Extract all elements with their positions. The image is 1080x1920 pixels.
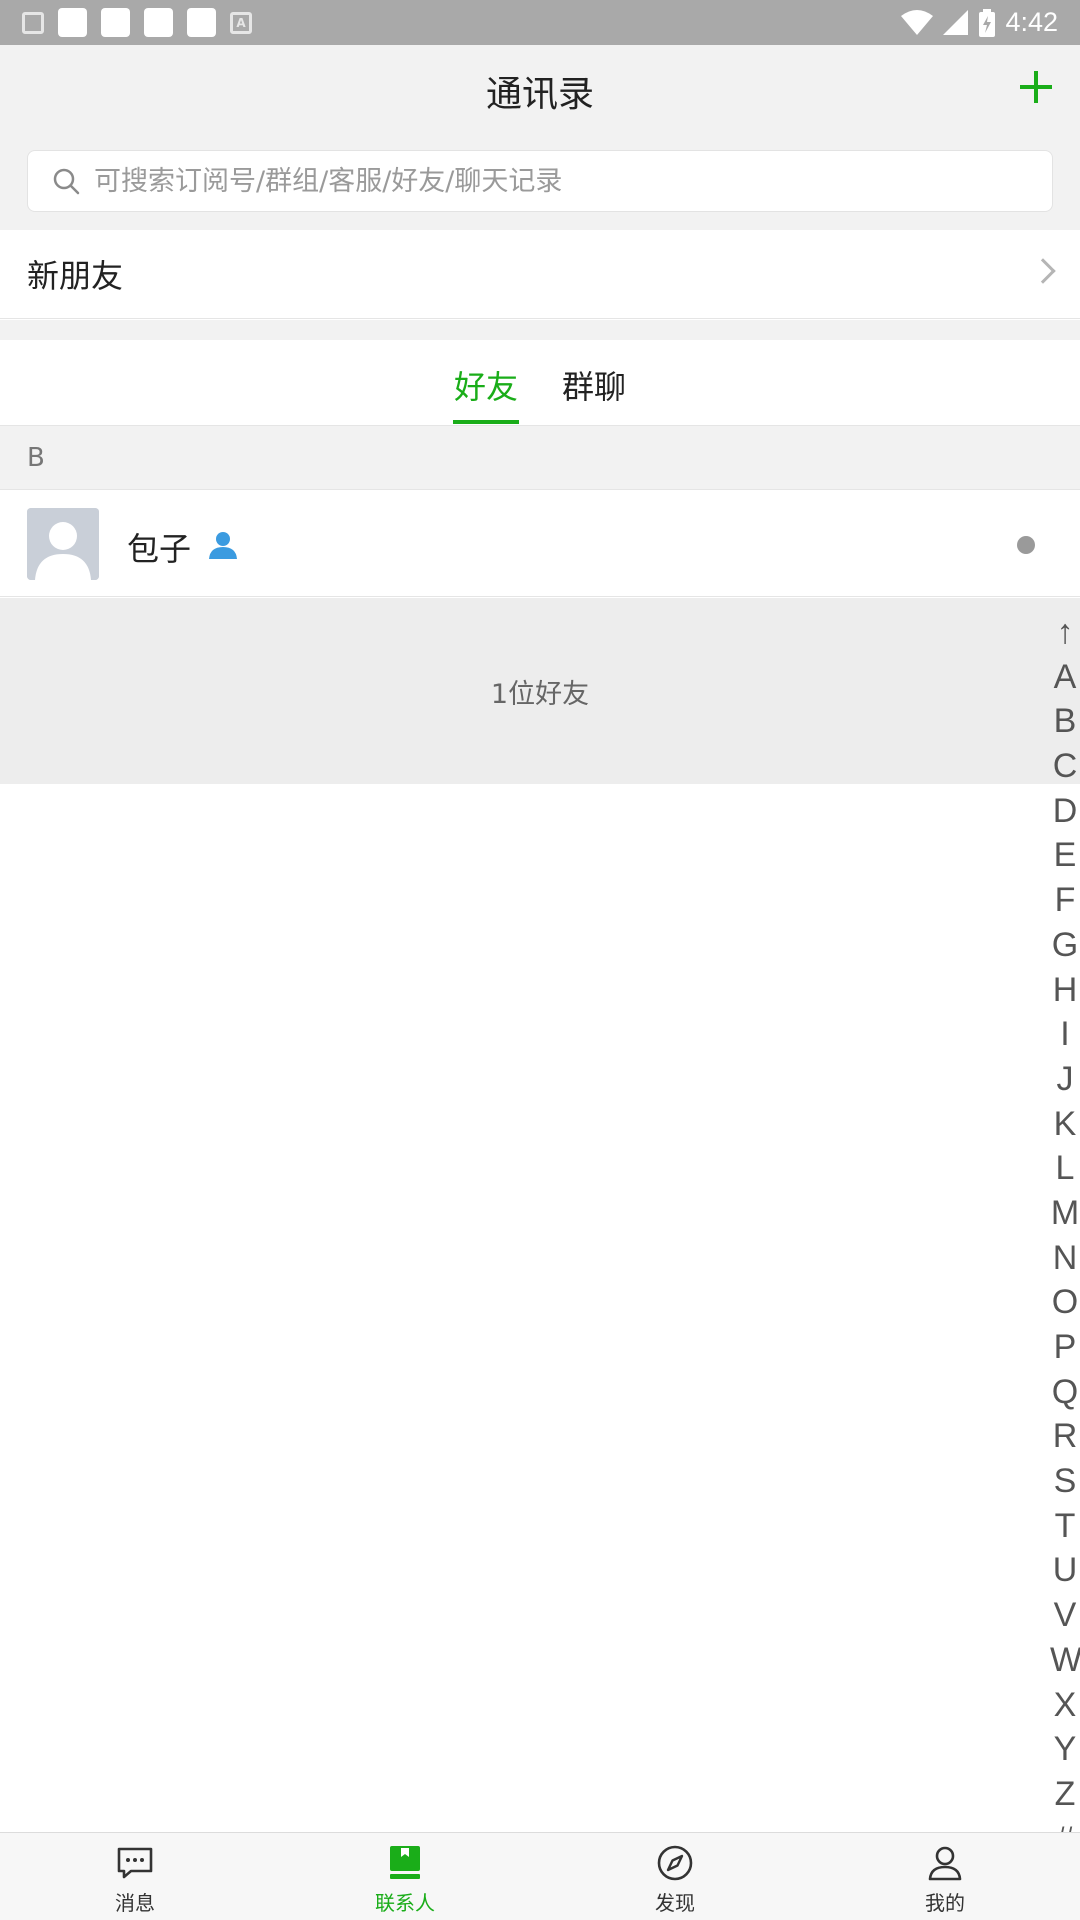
index-letter[interactable]: E (1050, 833, 1080, 878)
nav-messages[interactable]: 消息 (0, 1833, 270, 1920)
alphabet-index[interactable]: ↑ABCDEFGHIJKLMNOPQRSTUVWXYZ# (1050, 610, 1080, 1832)
index-letter[interactable]: O (1050, 1280, 1080, 1325)
index-letter[interactable]: R (1050, 1414, 1080, 1459)
search-box[interactable] (27, 150, 1053, 212)
index-letter[interactable]: I (1050, 1012, 1080, 1057)
page-title: 通讯录 (485, 74, 594, 115)
image-notification-icon (22, 11, 44, 34)
chevron-right-icon (1030, 258, 1056, 284)
compass-icon (657, 1845, 693, 1881)
status-time: 4:42 (1005, 7, 1058, 37)
signal-icon (943, 9, 969, 35)
index-letter[interactable]: G (1050, 923, 1080, 968)
wifi-icon (901, 9, 934, 35)
status-bar: A 4:42 (0, 0, 1080, 45)
notification-icon (187, 8, 216, 37)
nav-label: 发现 (655, 1891, 695, 1915)
index-letter[interactable]: B (1050, 699, 1080, 744)
chat-icon (117, 1847, 153, 1879)
search-input[interactable] (94, 165, 994, 197)
default-avatar-icon (27, 508, 99, 580)
index-letter[interactable]: U (1050, 1548, 1080, 1593)
index-letter[interactable]: V (1050, 1593, 1080, 1638)
tab-bar: 好友 群聊 (0, 340, 1080, 426)
bottom-nav: 消息 联系人 发现 我的 (0, 1832, 1080, 1920)
nav-discover[interactable]: 发现 (540, 1833, 810, 1920)
index-letter[interactable]: W (1050, 1638, 1080, 1683)
index-letter[interactable]: D (1050, 789, 1080, 834)
index-letter[interactable]: Z (1050, 1772, 1080, 1817)
section-letter: B (27, 442, 45, 473)
nav-label: 消息 (115, 1891, 155, 1915)
index-letter[interactable]: F (1050, 878, 1080, 923)
index-letter[interactable]: # (1050, 1817, 1080, 1832)
index-letter[interactable]: P (1050, 1325, 1080, 1370)
contacts-page: A 4:42 通讯录 可搜索订阅号/群组/客服/好友/聊天记录 新朋友 好友 群… (0, 0, 1080, 1920)
divider (0, 320, 1080, 340)
section-header: B (0, 426, 1080, 490)
person-icon (928, 1846, 962, 1881)
index-letter[interactable]: S (1050, 1459, 1080, 1504)
notification-icon (101, 8, 130, 37)
plus-icon[interactable] (1016, 67, 1056, 107)
index-letter[interactable]: ↑ (1050, 610, 1080, 655)
index-letter[interactable]: J (1050, 1057, 1080, 1102)
active-tab-indicator (453, 420, 519, 424)
index-letter[interactable]: L (1050, 1146, 1080, 1191)
notification-icon (58, 8, 87, 37)
search-icon (53, 168, 80, 195)
new-friends-row[interactable]: 新朋友 (0, 230, 1080, 319)
index-letter[interactable]: C (1050, 744, 1080, 789)
new-friends-label: 新朋友 (27, 257, 124, 295)
contact-row[interactable]: 包子 (0, 490, 1080, 597)
index-letter[interactable]: Y (1050, 1727, 1080, 1772)
friend-badge-icon (209, 532, 237, 559)
index-letter[interactable]: K (1050, 1102, 1080, 1147)
index-letter[interactable]: T (1050, 1504, 1080, 1549)
header: 通讯录 (0, 45, 1080, 230)
index-letter[interactable]: A (1050, 655, 1080, 700)
notification-icon (144, 8, 173, 37)
friend-count: 1位好友 (490, 678, 590, 710)
battery-icon (979, 8, 996, 37)
index-letter[interactable]: Q (1050, 1370, 1080, 1415)
tab-group-chats[interactable]: 群聊 (562, 362, 626, 408)
index-letter[interactable]: N (1050, 1236, 1080, 1281)
avatar (27, 508, 99, 580)
contacts-book-icon (390, 1846, 420, 1879)
nav-label: 我的 (925, 1891, 965, 1915)
index-letter[interactable]: X (1050, 1683, 1080, 1728)
friend-count-footer: 1位好友 (0, 598, 1080, 784)
nav-contacts[interactable]: 联系人 (270, 1833, 540, 1920)
status-dot (1017, 536, 1035, 554)
contact-name: 包子 (127, 530, 192, 568)
tab-friends[interactable]: 好友 (454, 362, 518, 408)
index-letter[interactable]: H (1050, 968, 1080, 1013)
index-letter[interactable]: M (1050, 1191, 1080, 1236)
font-notification-icon: A (230, 11, 252, 34)
nav-label: 联系人 (375, 1891, 435, 1915)
nav-me[interactable]: 我的 (810, 1833, 1080, 1920)
